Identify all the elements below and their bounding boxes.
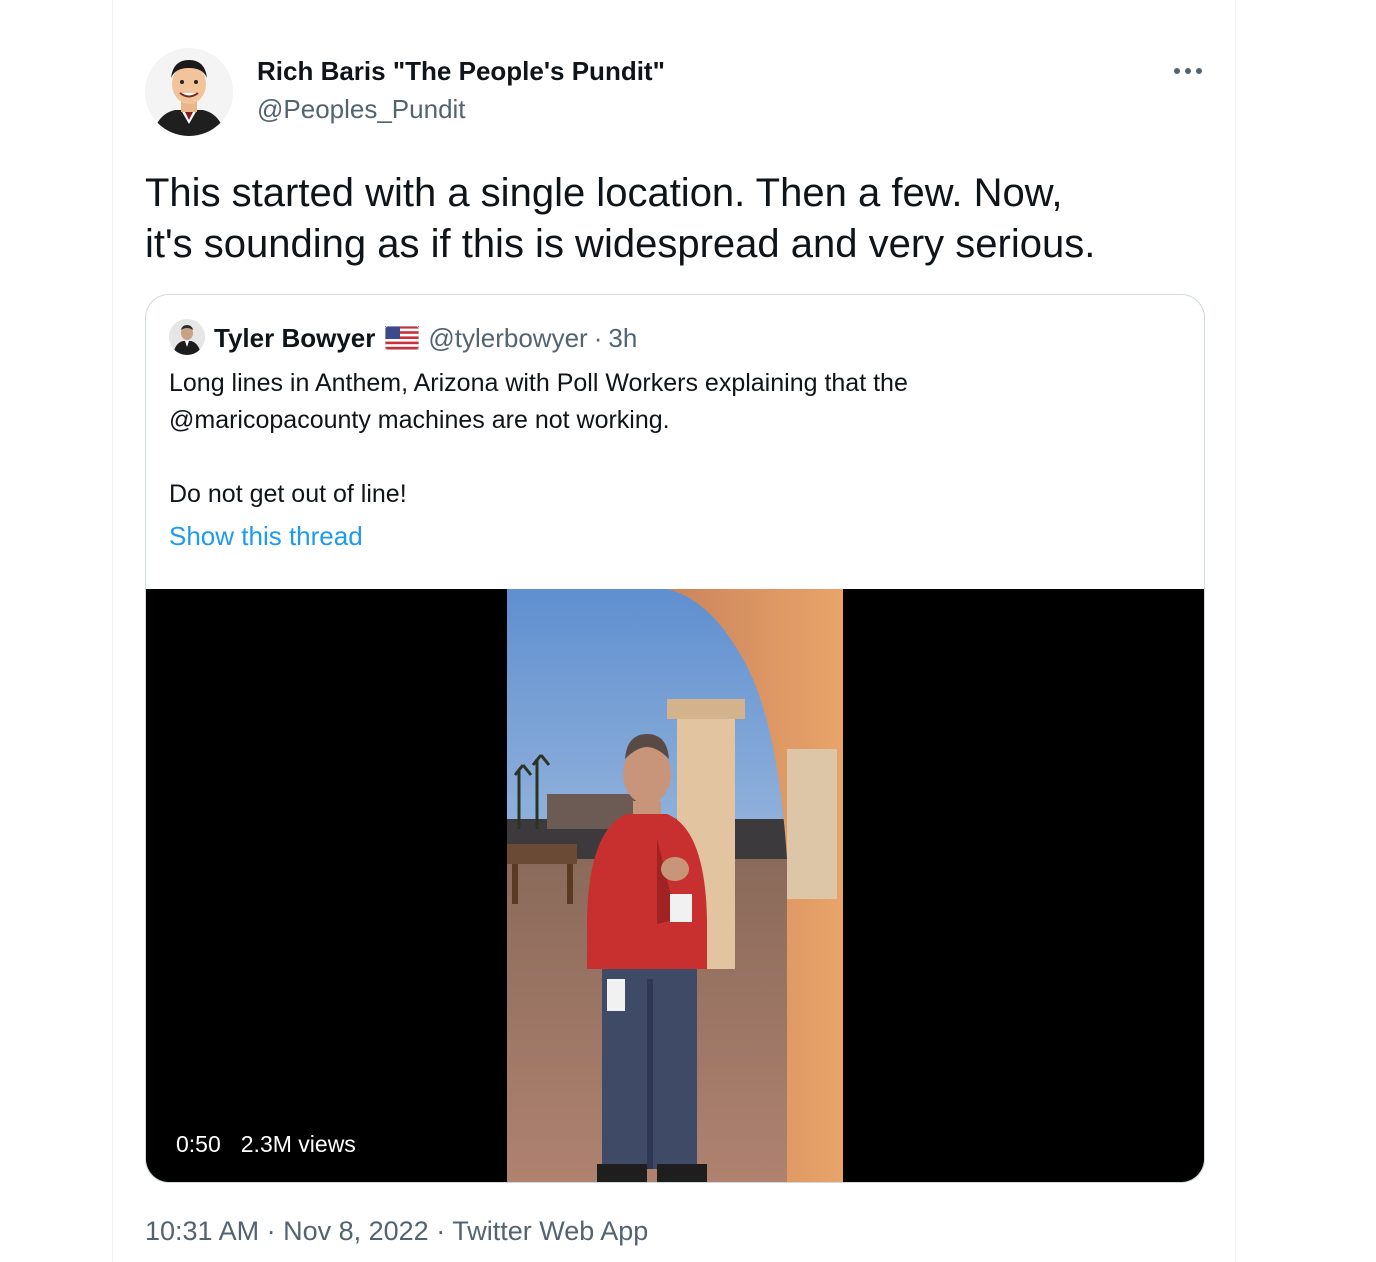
quoted-author-handle[interactable]: @tylerbowyer <box>428 323 587 354</box>
quoted-tweet-header: Tyler Bowyer @tylerbowyer · 3h <box>214 321 637 355</box>
tweet-date[interactable]: Nov 8, 2022 <box>283 1216 429 1246</box>
tweet-source[interactable]: Twitter Web App <box>452 1216 648 1246</box>
author-avatar-illustration <box>145 48 233 136</box>
tweet-time[interactable]: 10:31 AM <box>145 1216 259 1246</box>
quoted-text-line: @maricopacounty machines are not working… <box>169 406 670 434</box>
tweet-text: This started with a single location. The… <box>145 168 1215 270</box>
show-thread-link[interactable]: Show this thread <box>169 521 363 552</box>
video-still-image <box>507 589 843 1182</box>
video-player[interactable]: 0:50 2.3M views <box>146 589 1204 1182</box>
timestamp-separator: · <box>428 1216 453 1246</box>
tweet-timestamp-row: 10:31 AM · Nov 8, 2022 · Twitter Web App <box>145 1216 648 1247</box>
author-name[interactable]: Rich Baris "The People's Pundit" <box>257 56 665 87</box>
video-duration: 0:50 <box>176 1131 221 1157</box>
header-separator: · <box>593 322 603 353</box>
quoted-text-line: Do not get out of line! <box>169 480 407 508</box>
more-options-button[interactable] <box>1166 54 1210 88</box>
video-meta: 0:50 2.3M views <box>176 1131 356 1158</box>
quoted-text-line <box>169 439 1169 476</box>
author-handle[interactable]: @Peoples_Pundit <box>257 94 466 125</box>
video-frame <box>507 589 843 1182</box>
quoted-author-name[interactable]: Tyler Bowyer <box>214 323 375 354</box>
author-avatar[interactable] <box>145 48 233 136</box>
timestamp-separator: · <box>259 1216 284 1246</box>
video-views: 2.3M views <box>240 1131 356 1157</box>
quoted-author-avatar[interactable] <box>169 319 205 355</box>
quoted-text-line: Long lines in Anthem, Arizona with Poll … <box>169 369 908 397</box>
quoted-tweet-text: Long lines in Anthem, Arizona with Poll … <box>169 365 1169 513</box>
quoted-tweet-card[interactable]: Tyler Bowyer @tylerbowyer · 3h Long line… <box>145 294 1205 1183</box>
more-horizontal-icon <box>1174 68 1202 74</box>
tweet-text-line: it's sounding as if this is widespread a… <box>145 222 1096 266</box>
quoted-author-avatar-photo <box>169 319 205 355</box>
tweet-text-line: This started with a single location. The… <box>145 171 1063 215</box>
quoted-tweet-time[interactable]: 3h <box>608 323 637 354</box>
us-flag-icon <box>385 326 420 350</box>
